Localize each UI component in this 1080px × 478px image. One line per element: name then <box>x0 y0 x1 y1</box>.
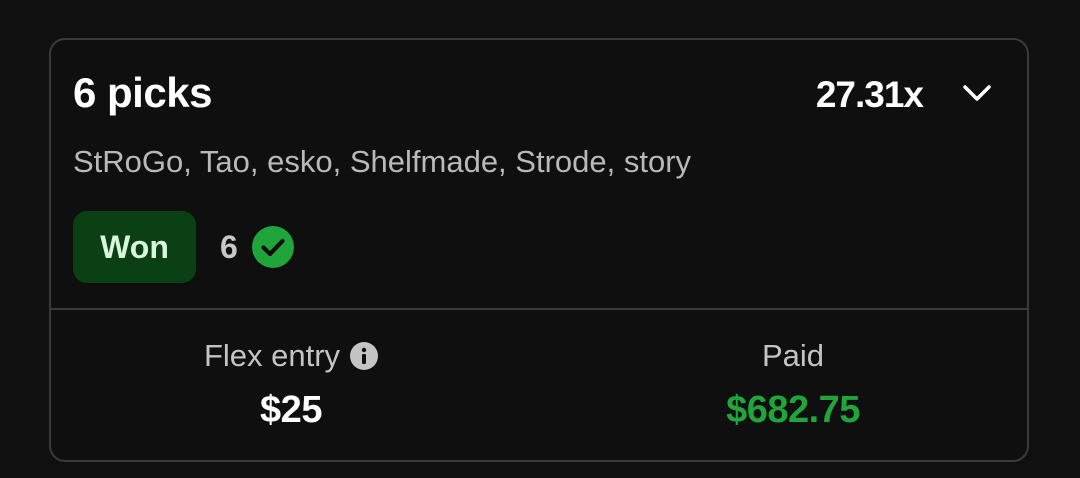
entry-amount: $25 <box>260 389 322 431</box>
chevron-down-icon <box>963 85 991 101</box>
paid-amount: $682.75 <box>726 389 860 431</box>
picks-title: 6 picks <box>73 69 212 116</box>
payout-multiplier: 27.31x <box>815 74 924 115</box>
divider <box>51 308 1027 310</box>
status-row: Won 6 <box>73 211 294 283</box>
entry-card[interactable]: 6 picks 27.31x StRoGo, Tao, esko, Shelfm… <box>49 38 1029 462</box>
check-circle-icon <box>251 226 294 268</box>
players-list: StRoGo, Tao, esko, Shelfmade, Strode, st… <box>73 144 692 179</box>
entry-label-row: Flex entry <box>171 340 411 371</box>
expand-button[interactable] <box>957 76 997 110</box>
status-badge: Won <box>73 211 196 283</box>
paid-stat: Paid $682.75 <box>669 340 917 429</box>
info-icon[interactable] <box>350 341 379 370</box>
entry-stat: Flex entry $25 <box>171 340 411 429</box>
paid-label: Paid <box>761 338 825 373</box>
correct-count: 6 <box>220 228 238 265</box>
entry-label: Flex entry <box>203 338 341 373</box>
